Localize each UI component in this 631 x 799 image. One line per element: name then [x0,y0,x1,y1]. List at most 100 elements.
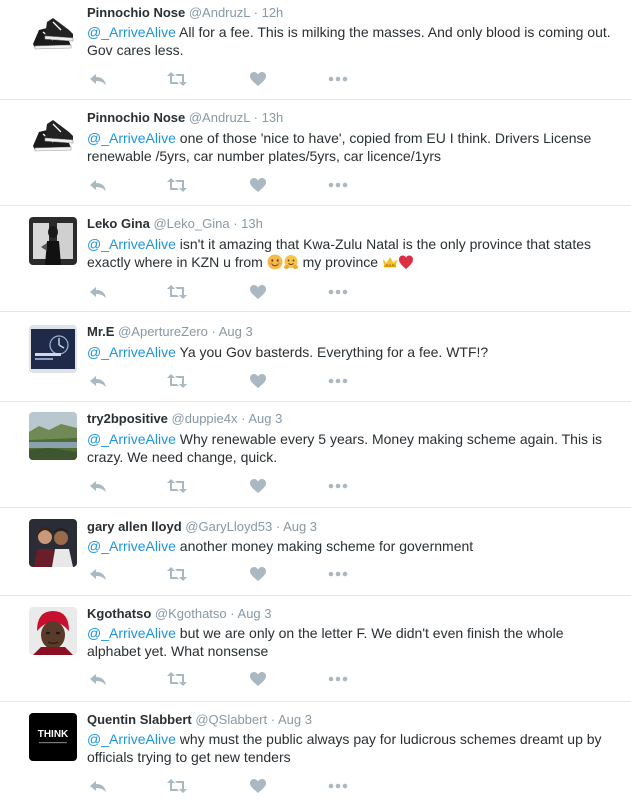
timestamp[interactable]: Aug 3 [238,606,272,621]
more-dots-icon[interactable] [328,778,348,794]
more-dots-icon[interactable] [328,566,348,582]
reply-icon[interactable] [89,373,109,389]
avatar[interactable] [29,8,77,56]
display-name[interactable]: gary allen lloyd [87,519,182,534]
display-name[interactable]: Pinnochio Nose [87,110,185,125]
more-dots-icon[interactable] [328,478,348,494]
more-dots-icon[interactable] [328,177,348,193]
heart-icon[interactable] [249,373,269,389]
couple-photo-avatar-image [29,519,77,567]
username[interactable]: @Leko_Gina [153,216,229,231]
timestamp[interactable]: Aug 3 [248,411,282,426]
reply-icon[interactable] [89,478,109,494]
retweet-icon[interactable] [167,177,187,193]
username[interactable]: @AndruzL [189,110,250,125]
mention-link[interactable]: @_ArriveAlive [87,24,176,40]
tweet-text: @_ArriveAlive Why renewable every 5 year… [87,430,617,466]
heart-icon[interactable] [249,566,269,582]
mention-link[interactable]: @_ArriveAlive [87,344,176,360]
mention-link[interactable]: @_ArriveAlive [87,431,176,447]
timestamp[interactable]: 13h [262,110,284,125]
avatar[interactable] [29,110,77,158]
timestamp[interactable]: 12h [262,5,284,20]
tweet[interactable]: Pinnochio Nose @AndruzL · 12h @_ArriveAl… [0,0,631,100]
username[interactable]: @GaryLloyd53 [185,519,272,534]
mention-link[interactable]: @_ArriveAlive [87,538,176,554]
sneakers-avatar-image [29,8,77,56]
tweet-text: @_ArriveAlive another money making schem… [87,537,617,555]
heart-icon[interactable] [249,71,269,87]
mention-link[interactable]: @_ArriveAlive [87,731,176,747]
more-dots-icon[interactable] [328,671,348,687]
reply-icon[interactable] [89,177,109,193]
reply-icon[interactable] [89,671,109,687]
username[interactable]: @QSlabbert [195,712,267,727]
red-heart-emoji [398,255,413,269]
heart-icon[interactable] [249,778,269,794]
username[interactable]: @Kgothatso [155,606,227,621]
tweet[interactable]: Leko Gina @Leko_Gina · 13h @_ArriveAlive… [0,206,631,312]
separator-dot: · [233,216,238,231]
reply-icon[interactable] [89,566,109,582]
tweet[interactable]: Kgothatso @Kgothatso · Aug 3 @_ArriveAli… [0,596,631,702]
timestamp[interactable]: 13h [241,216,263,231]
smiling-face-emoji [267,254,283,270]
think-logo-avatar-image: THINK [29,713,77,761]
retweet-icon[interactable] [167,566,187,582]
display-name[interactable]: Pinnochio Nose [87,5,185,20]
clock-logo-avatar-image [29,325,77,373]
more-dots-icon[interactable] [328,373,348,389]
hugging-face-emoji [283,255,298,269]
heart-icon[interactable] [249,284,269,300]
reply-icon[interactable] [89,71,109,87]
tweet[interactable]: THINK Quentin Slabbert @QSlabbert · Aug … [0,702,631,799]
username[interactable]: @ApertureZero [118,324,208,339]
retweet-icon[interactable] [167,284,187,300]
retweet-icon[interactable] [167,778,187,794]
retweet-icon[interactable] [167,373,187,389]
more-dots-icon[interactable] [328,71,348,87]
timestamp[interactable]: Aug 3 [283,519,317,534]
display-name[interactable]: Quentin Slabbert [87,712,192,727]
tweet-text: @_ArriveAlive one of those 'nice to have… [87,129,617,165]
mention-link[interactable]: @_ArriveAlive [87,130,176,146]
retweet-icon[interactable] [167,478,187,494]
more-dots-icon[interactable] [328,284,348,300]
reply-icon[interactable] [89,778,109,794]
avatar[interactable] [29,325,77,373]
mention-link[interactable]: @_ArriveAlive [87,236,176,252]
tweet[interactable]: Pinnochio Nose @AndruzL · 13h @_ArriveAl… [0,100,631,206]
heart-icon[interactable] [249,478,269,494]
retweet-icon[interactable] [167,671,187,687]
separator-dot: · [275,519,281,534]
display-name[interactable]: Leko Gina [87,216,150,231]
separator-dot: · [253,110,258,125]
mention-link[interactable]: @_ArriveAlive [87,625,176,641]
timeline: Pinnochio Nose @AndruzL · 12h @_ArriveAl… [0,0,631,799]
separator-dot: · [270,712,276,727]
tweet-text: @_ArriveAlive why must the public always… [87,730,617,766]
tweet-text: @_ArriveAlive isn't it amazing that Kwa-… [87,235,617,271]
reply-icon[interactable] [89,284,109,300]
avatar[interactable] [29,519,77,567]
heart-icon[interactable] [249,671,269,687]
retweet-icon[interactable] [167,71,187,87]
avatar[interactable] [29,412,77,460]
display-name[interactable]: Mr.E [87,324,114,339]
username[interactable]: @AndruzL [189,5,250,20]
avatar[interactable] [29,217,77,265]
avatar[interactable] [29,607,77,655]
tweet-body: Ya you Gov basterds. Everything for a fe… [175,344,489,360]
heart-icon[interactable] [249,177,269,193]
display-name[interactable]: Kgothatso [87,606,151,621]
think-logo-text: THINK [38,729,69,740]
tweet[interactable]: gary allen lloyd @GaryLloyd53 · Aug 3 @_… [0,508,631,596]
display-name[interactable]: try2bpositive [87,411,168,426]
timestamp[interactable]: Aug 3 [278,712,312,727]
avatar[interactable]: THINK [29,713,77,761]
tweet[interactable]: Mr.E @ApertureZero · Aug 3 @_ArriveAlive… [0,312,631,402]
tweet[interactable]: try2bpositive @duppie4x · Aug 3 @_Arrive… [0,402,631,508]
timestamp[interactable]: Aug 3 [219,324,253,339]
tweet-text: @_ArriveAlive Ya you Gov basterds. Every… [87,343,617,361]
username[interactable]: @duppie4x [172,411,238,426]
